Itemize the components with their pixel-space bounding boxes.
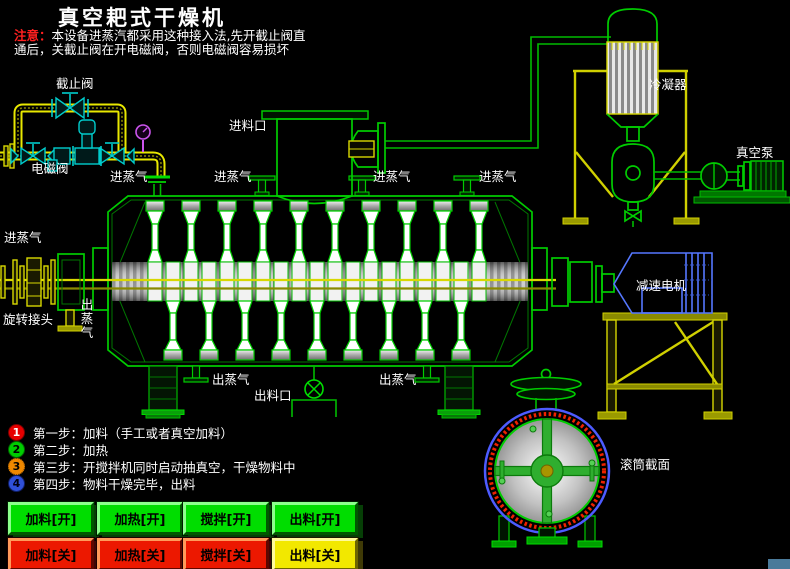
label-steam-in-left: 进蒸气: [4, 230, 42, 245]
label-discharge-port: 出料口: [254, 388, 292, 403]
vessel-leg: [437, 365, 481, 419]
label-condenser: 冷凝器: [649, 77, 687, 92]
heat-on-button[interactable]: 加热[开]: [97, 502, 183, 535]
label-steam-in-1: 进蒸气: [110, 169, 148, 184]
steam-outlet-tee: [414, 365, 440, 383]
label-steam-out-2: 出蒸气: [379, 372, 417, 387]
discharge-on-button[interactable]: 出料[开]: [272, 502, 358, 535]
vessel-leg: [141, 365, 185, 419]
note-line2: 通后，关截止阀在开电磁阀，否则电磁阀容易损坏: [14, 42, 290, 57]
steam-inlet-tee: [248, 175, 276, 197]
steam-inlet-tee: [453, 175, 481, 197]
step-row-4: 4 第四步：物料干燥完毕，出料: [8, 474, 196, 493]
vapor-pipe: [385, 36, 611, 149]
label-steam-in-2: 进蒸气: [214, 169, 252, 184]
warning-note: 注意：本设备进蒸汽都采用这种接入法,先开截止阀直 通后，关截止阀在开电磁阀，否则…: [14, 29, 306, 57]
step-badge-1: 1: [8, 424, 25, 441]
pressure-gauge-icon: [135, 124, 151, 152]
step-badge-4: 4: [8, 475, 25, 492]
label-vacuum-pump: 真空泵: [736, 145, 774, 160]
stir-off-button[interactable]: 搅拌[关]: [183, 538, 269, 569]
discharge-off-button[interactable]: 出料[关]: [272, 538, 358, 569]
scada-screen: 真空耙式干燥机 注意：本设备进蒸汽都采用这种接入法,先开截止阀直 通后，关截止阀…: [0, 0, 790, 569]
note-line1: 本设备进蒸汽都采用这种接入法,先开截止阀直: [51, 28, 306, 43]
label-steam-out-1: 出蒸气: [212, 372, 250, 387]
label-gear-motor: 减速电机: [636, 278, 687, 293]
label-steam-out-vertical: 出蒸气: [80, 297, 94, 340]
feed-hopper: [261, 110, 386, 205]
corner-widget: [768, 559, 790, 569]
feed-on-button[interactable]: 加料[开]: [8, 502, 94, 535]
step-badge-3: 3: [8, 458, 25, 475]
label-rotary-joint: 旋转接头: [3, 312, 54, 327]
drum-cross-section: [483, 368, 611, 548]
step-text-4: 第四步：物料干燥完毕，出料: [33, 477, 196, 492]
label-feed-inlet: 进料口: [229, 118, 267, 133]
steam-inlet-tee: [348, 175, 376, 197]
stop-valve-icon: [51, 92, 89, 120]
label-solenoid-valve: 电磁阀: [31, 161, 69, 176]
shaft-coupling: [551, 257, 615, 307]
solenoid-valve-icon: [72, 119, 102, 166]
stir-on-button[interactable]: 搅拌[开]: [183, 502, 269, 535]
vacuum-pump-icon: [654, 160, 790, 204]
label-steam-in-3: 进蒸气: [373, 169, 411, 184]
feed-off-button[interactable]: 加料[关]: [8, 538, 94, 569]
step-badge-2: 2: [8, 441, 25, 458]
note-prefix: 注意：: [14, 28, 52, 43]
label-steam-in-4: 进蒸气: [479, 169, 517, 184]
discharge-valve-icon: [291, 366, 337, 417]
heat-off-button[interactable]: 加热[关]: [97, 538, 183, 569]
label-drum-section: 滚筒截面: [620, 457, 671, 472]
motor-stand: [597, 312, 733, 420]
steam-outlet-tee: [183, 365, 209, 383]
label-stop-valve: 截止阀: [56, 76, 94, 91]
receiver-tank: [611, 143, 655, 227]
